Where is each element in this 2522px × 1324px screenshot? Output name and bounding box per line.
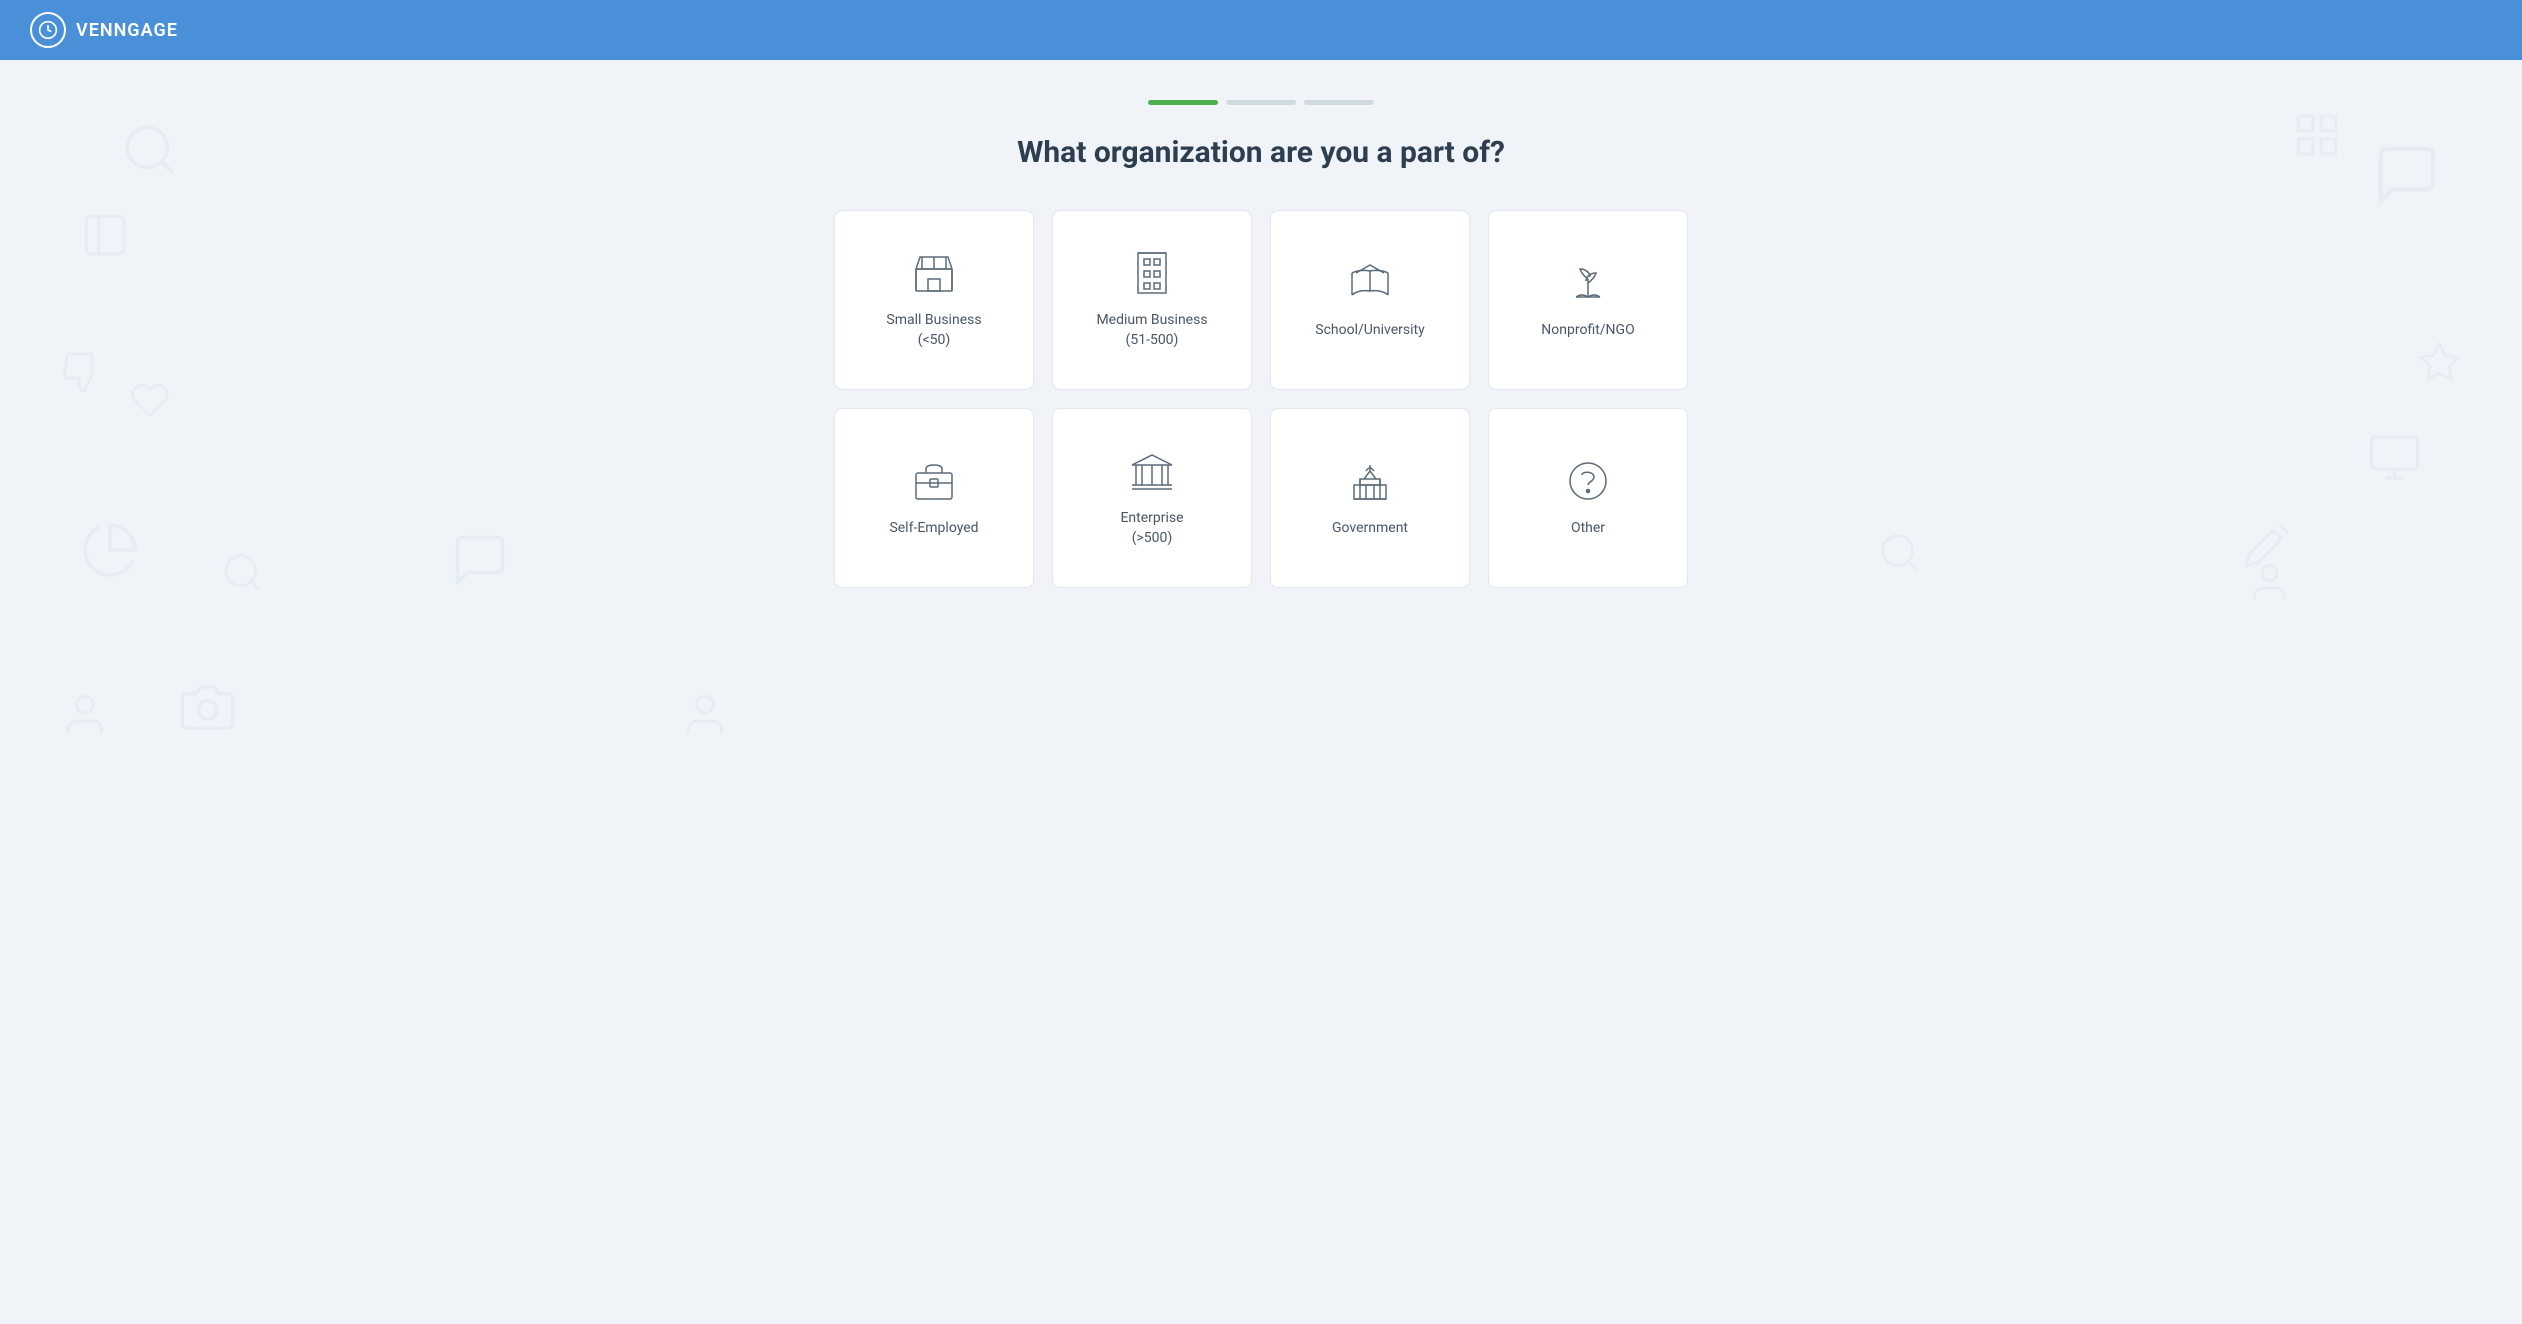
logo: VENNGAGE: [30, 12, 178, 48]
briefcase-icon: [910, 457, 958, 505]
organization-cards-grid: Small Business (<50) Medium Busine: [834, 210, 1688, 588]
card-other-label: Other: [1571, 519, 1605, 539]
header: VENNGAGE: [0, 0, 2522, 60]
card-self-employed-label: Self-Employed: [889, 519, 978, 539]
card-medium-business-label: Medium Business (51-500): [1096, 311, 1207, 350]
page-title: What organization are you a part of?: [1017, 135, 1505, 170]
card-enterprise-label: Enterprise (>500): [1120, 509, 1183, 548]
card-self-employed[interactable]: Self-Employed: [834, 408, 1034, 588]
card-other[interactable]: Other: [1488, 408, 1688, 588]
logo-text: VENNGAGE: [76, 20, 178, 41]
government-icon: [1346, 457, 1394, 505]
progress-step-1: [1148, 100, 1218, 105]
card-enterprise[interactable]: Enterprise (>500): [1052, 408, 1252, 588]
progress-step-2: [1226, 100, 1296, 105]
store-icon: [910, 249, 958, 297]
enterprise-icon: [1128, 447, 1176, 495]
card-small-business-label: Small Business (<50): [886, 311, 981, 350]
card-school-university[interactable]: School/University: [1270, 210, 1470, 390]
progress-bar: [1148, 100, 1374, 105]
progress-step-3: [1304, 100, 1374, 105]
card-government[interactable]: Government: [1270, 408, 1470, 588]
card-small-business[interactable]: Small Business (<50): [834, 210, 1034, 390]
card-nonprofit-ngo-label: Nonprofit/NGO: [1541, 321, 1634, 341]
card-nonprofit-ngo[interactable]: Nonprofit/NGO: [1488, 210, 1688, 390]
office-building-icon: [1128, 249, 1176, 297]
school-icon: [1346, 259, 1394, 307]
card-medium-business[interactable]: Medium Business (51-500): [1052, 210, 1252, 390]
card-government-label: Government: [1332, 519, 1408, 539]
question-icon: [1564, 457, 1612, 505]
main-content: What organization are you a part of?: [0, 60, 2522, 1324]
logo-icon: [30, 12, 66, 48]
nonprofit-icon: [1564, 259, 1612, 307]
card-school-university-label: School/University: [1315, 321, 1424, 341]
